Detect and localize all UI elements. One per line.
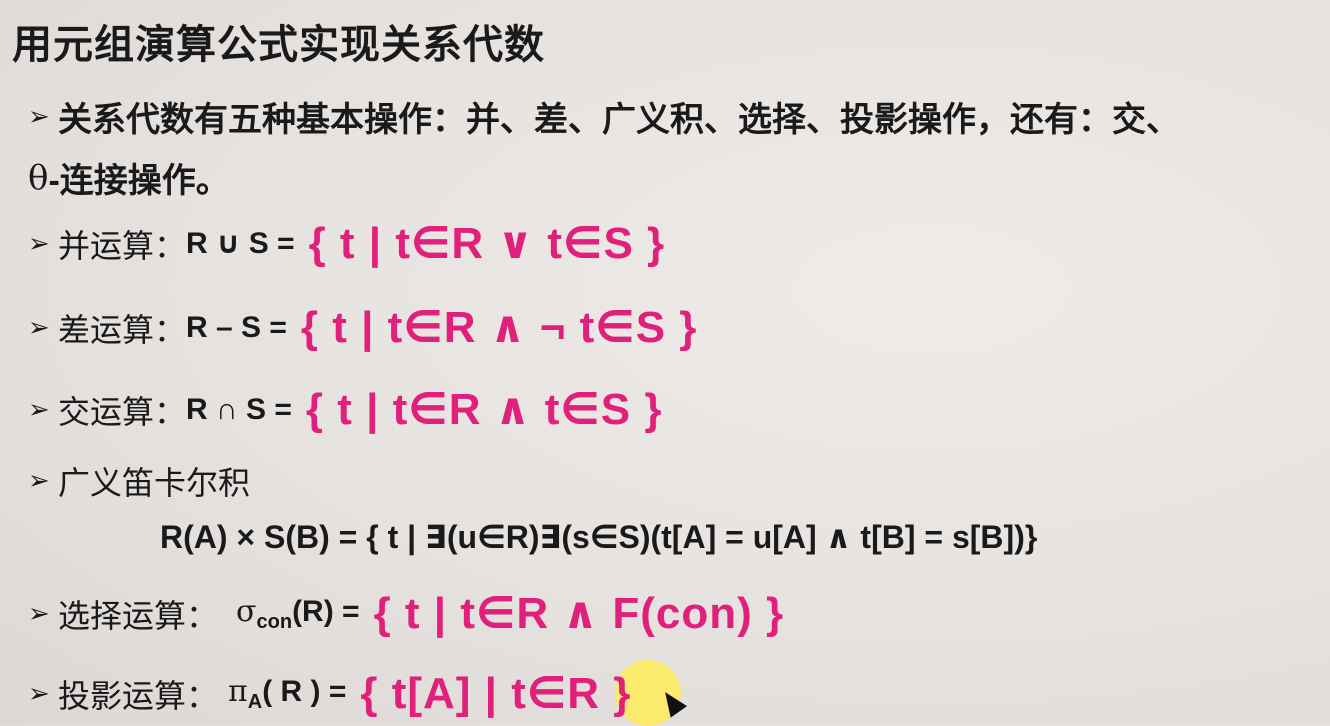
intro-line-2: θ -连接操作。 <box>28 153 230 202</box>
union-row: ➢ 并运算： R ∪ S = { t | t∈R ∨ t∈S } <box>28 218 665 269</box>
intersection-row: ➢ 交运算： R ∩ S = { t | t∈R ∧ t∈S } <box>28 384 663 435</box>
difference-lhs: R – S = <box>186 310 287 344</box>
union-label: 并运算： <box>58 226 187 265</box>
projection-lhs-rest: ( R ) = <box>262 674 347 708</box>
bullet-arrow-icon: ➢ <box>28 228 50 259</box>
cartesian-row: ➢ 广义笛卡尔积 <box>28 458 250 504</box>
projection-row: ➢ 投影运算： πA( R ) = { t[A] | t∈R } <box>28 668 631 719</box>
selection-label: 选择运算： <box>58 596 219 635</box>
difference-row: ➢ 差运算： R – S = { t | t∈R ∧ ¬ t∈S } <box>28 302 697 353</box>
difference-label: 差运算： <box>58 310 187 349</box>
bullet-arrow-icon: ➢ <box>28 394 50 425</box>
slide: 用元组演算公式实现关系代数 ➢ 关系代数有五种基本操作：并、差、广义积、选择、投… <box>0 0 1330 726</box>
bullet-arrow-icon: ➢ <box>28 101 50 132</box>
projection-rhs: { t[A] | t∈R } <box>360 669 632 718</box>
sigma-symbol: σ <box>236 593 257 629</box>
selection-lhs-rest: (R) = <box>292 594 360 628</box>
cartesian-label: 广义笛卡尔积 <box>58 464 251 502</box>
projection-label: 投影运算： <box>58 676 219 715</box>
difference-rhs: { t | t∈R ∧ ¬ t∈S } <box>300 303 698 352</box>
projection-subscript: A <box>247 690 263 713</box>
bullet-arrow-icon: ➢ <box>28 312 50 343</box>
selection-subscript: con <box>256 610 293 633</box>
projection-lhs: πA( R ) = <box>228 674 346 714</box>
intersection-rhs: { t | t∈R ∧ t∈S } <box>305 385 663 434</box>
union-lhs: R ∪ S = <box>186 227 295 260</box>
theta-symbol: θ <box>28 157 49 198</box>
cartesian-formula: R(A) × S(B) = { t | ∃(u∈R)∃(s∈S)(t[A] = … <box>160 519 1038 555</box>
union-rhs: { t | t∈R ∨ t∈S } <box>308 219 666 268</box>
intersection-lhs: R ∩ S = <box>186 392 292 426</box>
selection-rhs: { t | t∈R ∧ F(con) } <box>373 589 785 638</box>
bullet-arrow-icon: ➢ <box>28 678 50 709</box>
bullet-arrow-icon: ➢ <box>28 466 50 496</box>
intro-text-1: 关系代数有五种基本操作：并、差、广义积、选择、投影操作，还有：交、 <box>58 101 1180 139</box>
pi-symbol: π <box>228 673 248 709</box>
selection-row: ➢ 选择运算： σcon(R) = { t | t∈R ∧ F(con) } <box>28 588 784 639</box>
bullet-arrow-icon: ➢ <box>28 598 50 629</box>
intersection-label: 交运算： <box>58 392 187 431</box>
slide-title: 用元组演算公式实现关系代数 <box>12 23 545 67</box>
intro-line-1: ➢ 关系代数有五种基本操作：并、差、广义积、选择、投影操作，还有：交、 <box>28 92 1180 141</box>
intro-text-2: -连接操作。 <box>48 162 230 200</box>
selection-lhs: σcon(R) = <box>236 594 360 634</box>
